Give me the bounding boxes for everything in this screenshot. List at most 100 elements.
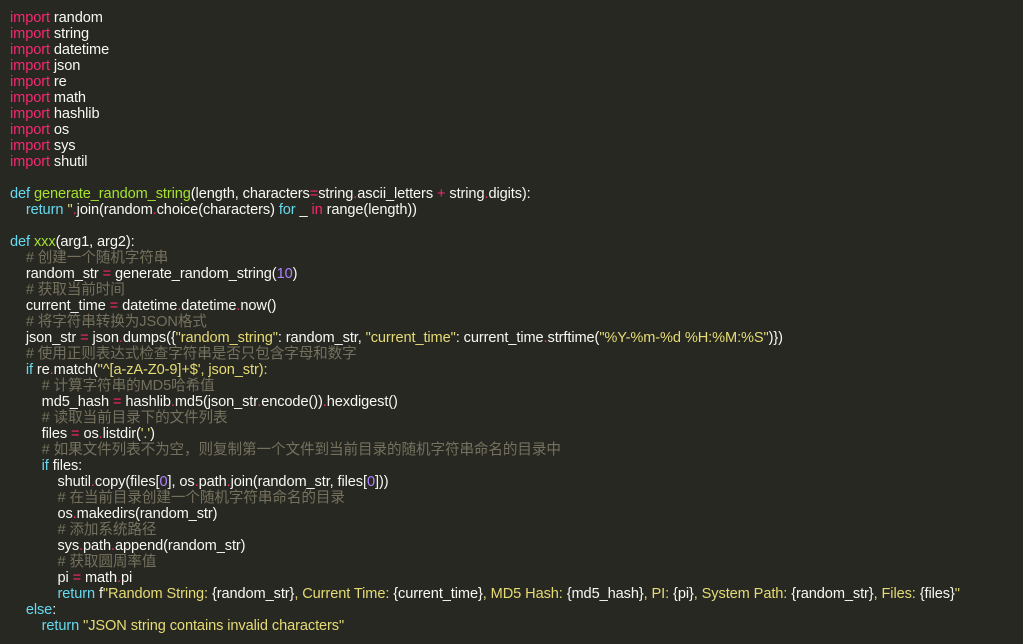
code-token: import <box>10 154 50 170</box>
code-token: hashlib <box>49 106 100 122</box>
code-line[interactable]: # 在当前目录创建一个随机字符串命名的目录 <box>10 490 1023 506</box>
code-token: import <box>10 74 50 90</box>
code-line[interactable]: md5_hash = hashlib.md5(json_str.encode()… <box>10 394 1023 410</box>
code-token: = <box>309 186 319 202</box>
code-line[interactable]: import json <box>10 58 1023 74</box>
code-token: hashlib <box>121 394 171 410</box>
code-token: 10 <box>276 266 293 282</box>
code-token: ) <box>292 266 298 282</box>
code-line[interactable]: else: <box>10 602 1023 618</box>
code-line[interactable]: return f"Random String: {random_str}, Cu… <box>10 586 1023 602</box>
code-token: json <box>49 58 81 74</box>
code-token: : <box>52 602 57 618</box>
code-token: return <box>41 618 80 634</box>
code-token: "%Y-%m-%d %H:%M:%S" <box>599 330 769 346</box>
code-line[interactable]: import sys <box>10 138 1023 154</box>
code-line[interactable]: # 计算字符串的MD5哈希值 <box>10 378 1023 394</box>
code-line[interactable]: return "JSON string contains invalid cha… <box>10 618 1023 634</box>
code-line[interactable]: import shutil <box>10 154 1023 170</box>
code-line[interactable] <box>10 170 1023 186</box>
code-line[interactable]: # 创建一个随机字符串 <box>10 250 1023 266</box>
code-token: ])) <box>375 474 389 490</box>
code-token: re <box>32 362 50 378</box>
code-token: ], os <box>167 474 195 490</box>
code-line[interactable]: pi = math.pi <box>10 570 1023 586</box>
code-token: , PI: <box>643 586 674 602</box>
code-token: import <box>10 122 50 138</box>
code-token: random_str <box>10 266 103 282</box>
code-token: "current_time" <box>365 330 456 346</box>
code-line[interactable]: # 添加系统路径 <box>10 522 1023 538</box>
code-line[interactable]: import random <box>10 10 1023 26</box>
code-comment: # 获取圆周率值 <box>57 554 157 570</box>
code-line[interactable]: # 使用正则表达式检查字符串是否只包含字母和数字 <box>10 346 1023 362</box>
code-token: , Current Time: <box>294 586 394 602</box>
code-line[interactable]: import string <box>10 26 1023 42</box>
code-token: random <box>49 10 103 26</box>
code-line[interactable]: random_str = generate_random_string(10) <box>10 266 1023 282</box>
code-line[interactable]: import os <box>10 122 1023 138</box>
code-token: = <box>109 298 119 314</box>
code-token: {pi} <box>673 586 694 602</box>
code-token: join(random <box>76 202 153 218</box>
code-token: , MD5 Hash: <box>482 586 567 602</box>
code-line[interactable]: return ''.join(random.choice(characters)… <box>10 202 1023 218</box>
code-token: return <box>25 202 64 218</box>
code-line[interactable]: sys.path.append(random_str) <box>10 538 1023 554</box>
code-token: import <box>10 106 50 122</box>
code-token: "Random String: <box>102 586 212 602</box>
code-token: math <box>49 90 86 106</box>
code-token: os <box>10 506 73 522</box>
code-line[interactable]: # 读取当前目录下的文件列表 <box>10 410 1023 426</box>
code-line[interactable]: import hashlib <box>10 106 1023 122</box>
code-token: " <box>954 586 960 602</box>
code-token: append(random_str) <box>115 538 246 554</box>
code-token: ) <box>150 426 155 442</box>
code-line[interactable]: def xxx(arg1, arg2): <box>10 234 1023 250</box>
code-token: makedirs(random_str) <box>76 506 218 522</box>
code-line[interactable]: def generate_random_string(length, chara… <box>10 186 1023 202</box>
code-token: if <box>41 458 49 474</box>
code-area[interactable]: import random import string import datetim… <box>10 10 1023 634</box>
code-token: def <box>10 186 30 202</box>
code-line[interactable]: current_time = datetime.datetime.now() <box>10 298 1023 314</box>
code-line[interactable]: import math <box>10 90 1023 106</box>
code-token: datetime <box>49 42 110 58</box>
code-line[interactable]: if files: <box>10 458 1023 474</box>
code-line[interactable]: # 获取当前时间 <box>10 282 1023 298</box>
code-token: )}) <box>768 330 783 346</box>
code-token: md5_hash <box>10 394 113 410</box>
code-token: (length, characters <box>190 186 310 202</box>
code-line[interactable]: # 将字符串转换为JSON格式 <box>10 314 1023 330</box>
code-line[interactable] <box>10 218 1023 234</box>
code-line[interactable]: os.makedirs(random_str) <box>10 506 1023 522</box>
code-line[interactable]: # 获取圆周率值 <box>10 554 1023 570</box>
code-line[interactable]: json_str = json.dumps({"random_string": … <box>10 330 1023 346</box>
code-line[interactable]: files = os.listdir('.') <box>10 426 1023 442</box>
code-line[interactable]: shutil.copy(files[0], os.path.join(rando… <box>10 474 1023 490</box>
code-token: xxx <box>33 234 56 250</box>
code-token: string <box>49 26 89 42</box>
code-editor[interactable]: import random import string import datetim… <box>0 0 1023 644</box>
code-token: , Files: <box>873 586 920 602</box>
code-token: {files} <box>919 586 955 602</box>
code-line[interactable]: if re.match("^[a-zA-Z0-9]+$', json_str): <box>10 362 1023 378</box>
code-token: return <box>57 586 95 602</box>
code-token: "JSON string contains invalid characters… <box>83 618 345 634</box>
code-line[interactable]: import re <box>10 74 1023 90</box>
code-token: , System Path: <box>693 586 792 602</box>
code-line[interactable]: # 如果文件列表不为空，则复制第一个文件到当前目录的随机字符串命名的目录中 <box>10 442 1023 458</box>
code-token: generate_random_string( <box>111 266 277 282</box>
code-line[interactable]: import datetime <box>10 42 1023 58</box>
code-token: import <box>10 58 50 74</box>
code-token: 0 <box>366 474 375 490</box>
code-token: : current_time <box>455 330 544 346</box>
